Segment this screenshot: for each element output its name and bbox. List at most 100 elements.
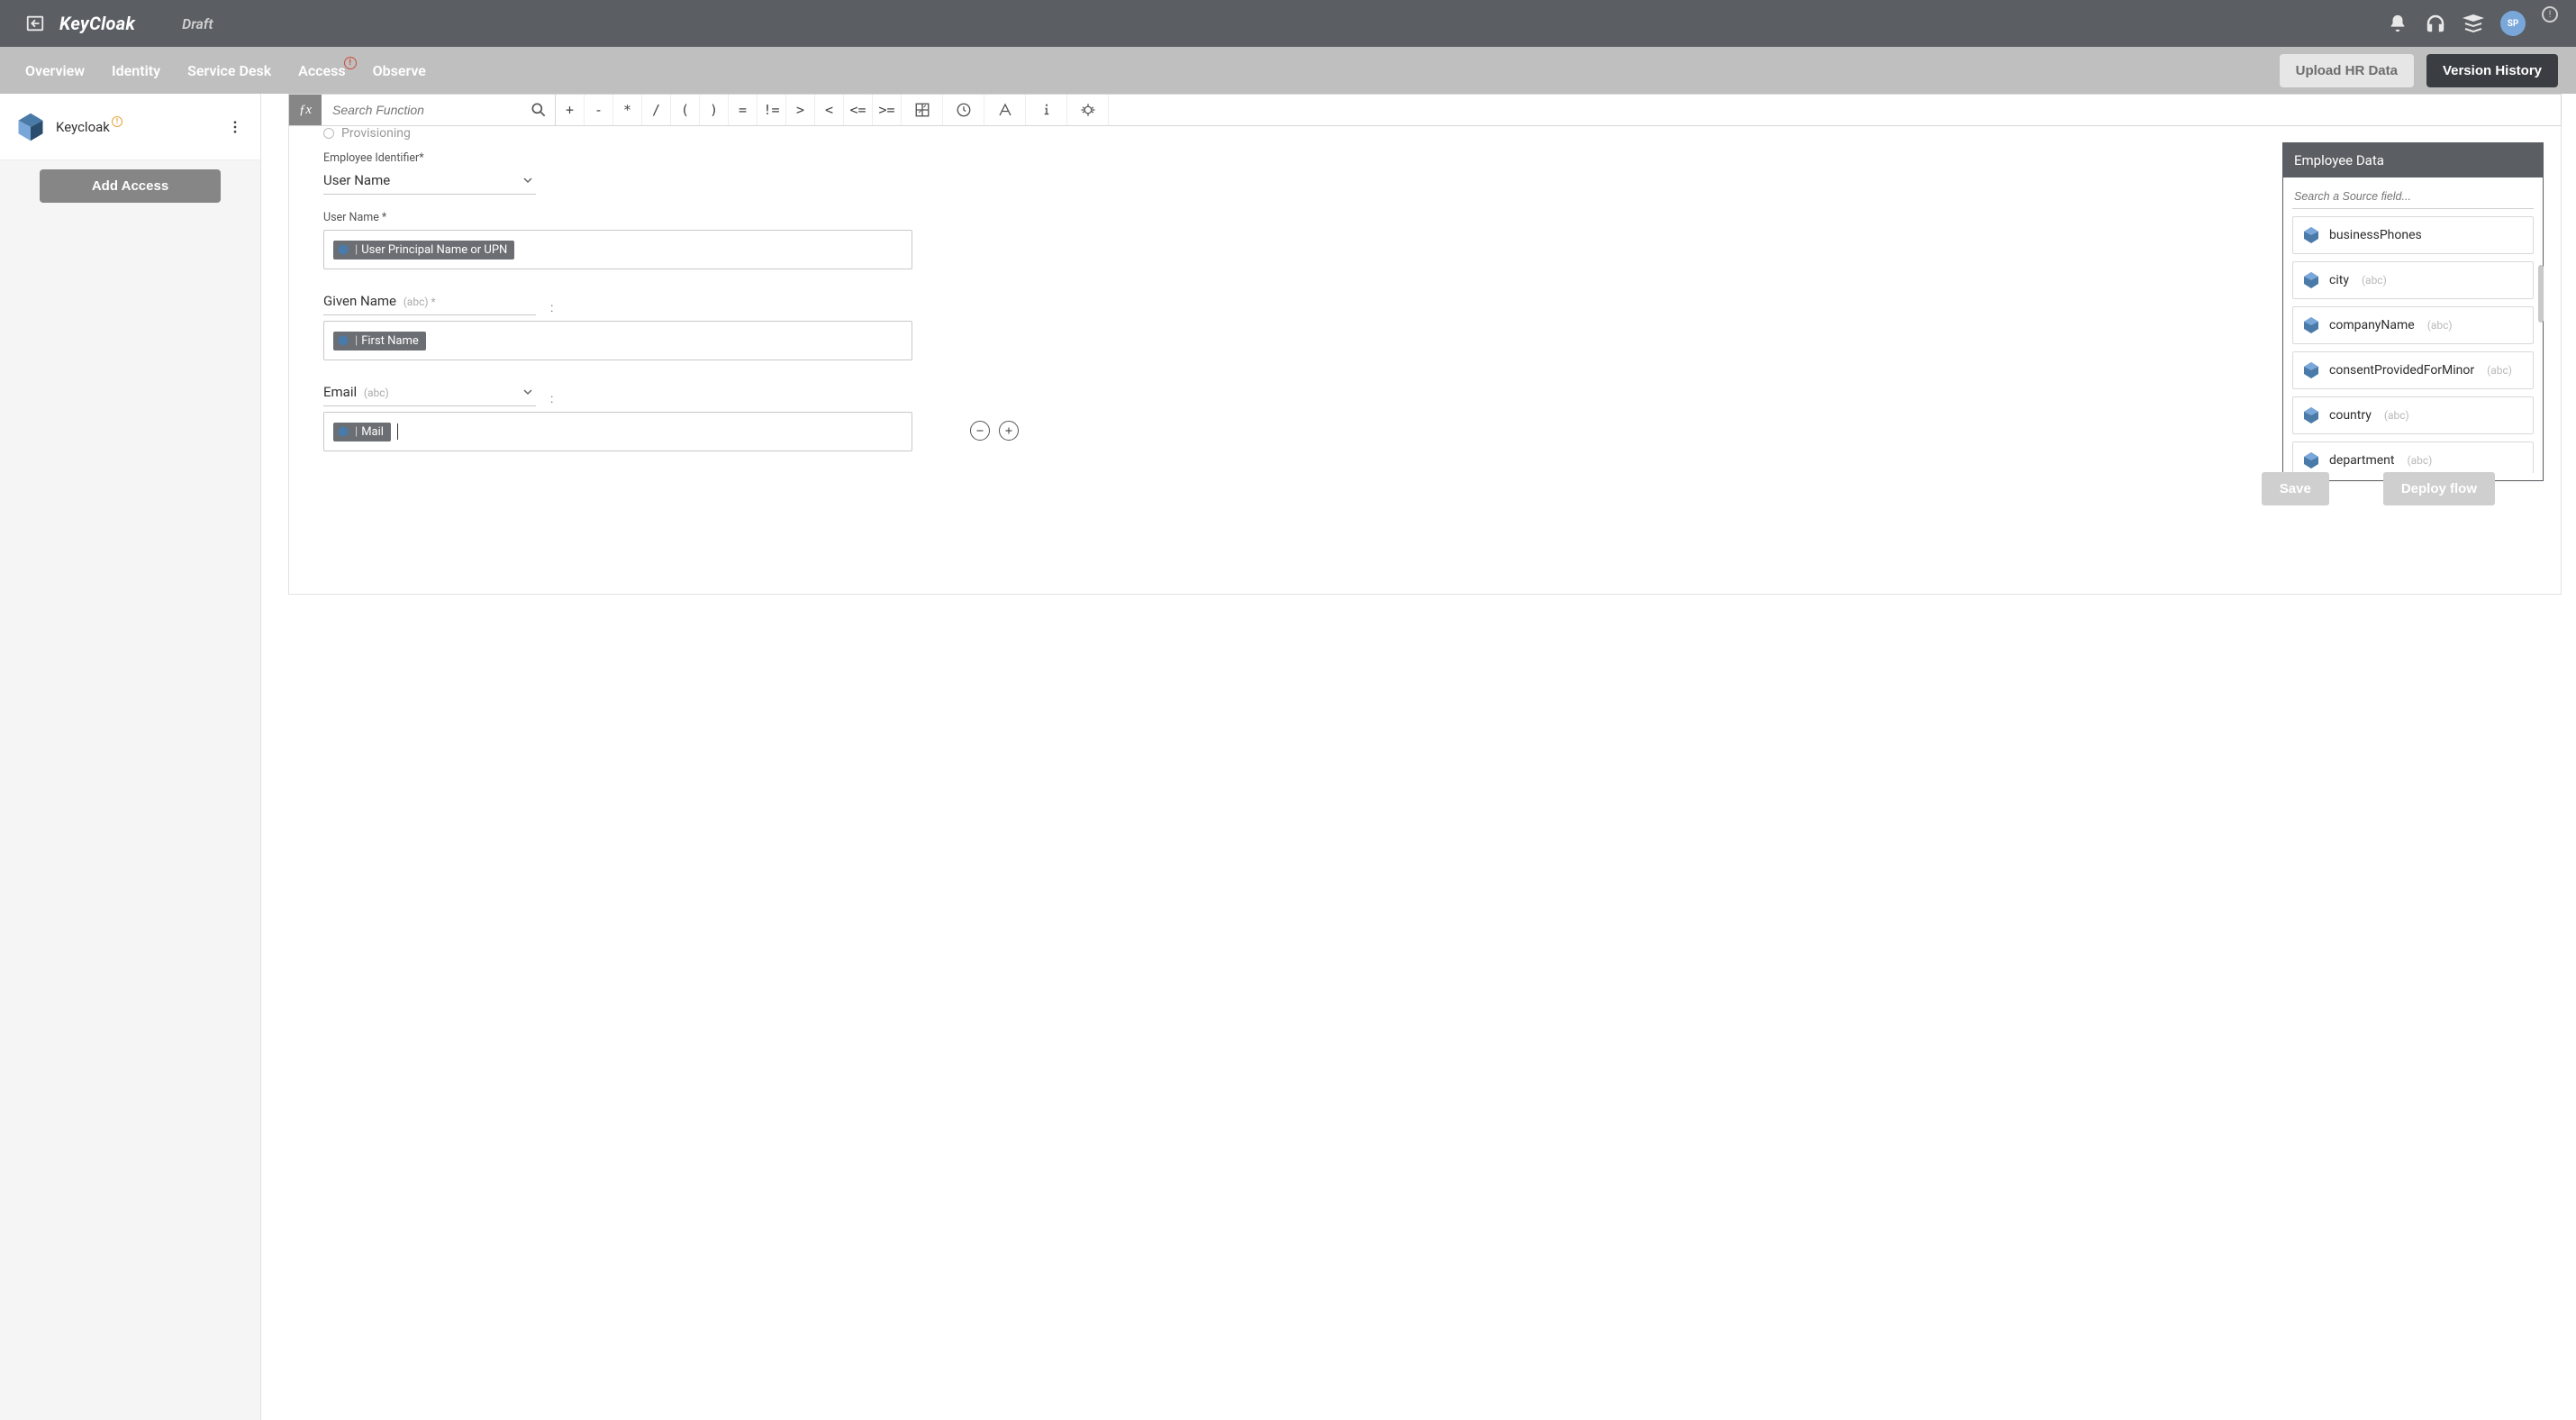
formula-toolbar: ƒx + - * / ( ) = != > < <= >= <box>288 94 2562 126</box>
source-field-item[interactable]: consentProvidedForMinor (abc) <box>2292 351 2534 389</box>
colon: : <box>550 301 553 315</box>
action-buttons: Save Deploy flow <box>2262 472 2495 505</box>
upload-hr-data-button[interactable]: Upload HR Data <box>2280 54 2414 87</box>
save-button[interactable]: Save <box>2262 472 2329 505</box>
op-lt[interactable]: < <box>815 95 844 125</box>
bell-icon[interactable] <box>2387 13 2408 34</box>
operator-buttons: + - * / ( ) = != > < <= >= <box>556 95 1109 125</box>
token-mail[interactable]: | Mail <box>333 423 391 441</box>
token-label: User Principal Name or UPN <box>361 243 507 257</box>
op-lte[interactable]: <= <box>844 95 873 125</box>
top-bar: KeyCloak Draft SP ! <box>0 0 2576 47</box>
token-first-name[interactable]: | First Name <box>333 332 426 350</box>
function-search[interactable] <box>322 95 556 125</box>
topbar-right-icons: SP ! <box>2387 11 2558 36</box>
given-name-input[interactable]: | First Name <box>323 321 912 360</box>
given-name-select[interactable]: Given Name (abc) * <box>323 289 536 315</box>
op-minus[interactable]: - <box>585 95 613 125</box>
remove-field-button[interactable] <box>970 421 990 441</box>
source-field-item[interactable]: country (abc) <box>2292 396 2534 434</box>
info-icon[interactable] <box>1026 95 1067 125</box>
stack-icon[interactable] <box>2463 13 2484 34</box>
source-field-item[interactable]: companyName (abc) <box>2292 306 2534 344</box>
tab-access-label: Access <box>298 62 345 79</box>
source-icon <box>337 334 349 347</box>
grid-icon[interactable] <box>902 95 943 125</box>
email-type-hint: (abc) <box>364 387 389 399</box>
tab-observe[interactable]: Observe <box>373 50 426 92</box>
source-icon <box>337 243 349 256</box>
op-gte[interactable]: >= <box>873 95 902 125</box>
provisioning-radio-row[interactable]: Provisioning <box>323 126 2526 141</box>
alert-icon[interactable]: ! <box>2542 6 2558 23</box>
op-neq[interactable]: != <box>757 95 786 125</box>
bug-icon[interactable] <box>1067 95 1109 125</box>
function-search-input[interactable] <box>322 95 555 125</box>
user-name-label: User Name * <box>323 211 2526 224</box>
source-icon <box>2302 226 2320 244</box>
keycloak-logo-icon <box>14 111 47 143</box>
version-history-button[interactable]: Version History <box>2426 54 2558 87</box>
radio-icon <box>323 128 334 139</box>
source-icon <box>2302 406 2320 424</box>
more-icon[interactable] <box>224 116 246 138</box>
op-div[interactable]: / <box>642 95 671 125</box>
source-icon <box>2302 451 2320 469</box>
field-name: country <box>2329 408 2372 423</box>
tab-overview[interactable]: Overview <box>25 50 85 92</box>
tab-identity[interactable]: Identity <box>112 50 160 92</box>
sidebar-app-row[interactable]: Keycloak ! <box>0 94 260 160</box>
main-content: ƒx + - * / ( ) = != > < <= >= <box>261 94 2576 1420</box>
employee-data-title: Employee Data <box>2283 143 2543 178</box>
tab-service-desk[interactable]: Service Desk <box>187 50 271 92</box>
user-name-input[interactable]: | User Principal Name or UPN <box>323 230 912 269</box>
source-field-item[interactable]: businessPhones <box>2292 216 2534 254</box>
source-icon <box>2302 361 2320 379</box>
email-input[interactable]: | Mail <box>323 412 912 451</box>
email-select[interactable]: Email (abc) <box>323 380 536 406</box>
avatar[interactable]: SP <box>2500 11 2526 36</box>
add-field-button[interactable] <box>999 421 1019 441</box>
email-select-label: Email <box>323 384 357 400</box>
given-name-select-label: Given Name <box>323 293 396 309</box>
op-rparen[interactable]: ) <box>700 95 729 125</box>
given-name-type-hint: (abc) * <box>404 296 436 308</box>
token-upn[interactable]: | User Principal Name or UPN <box>333 241 514 259</box>
text-cursor <box>397 423 398 440</box>
field-name: companyName <box>2329 318 2415 332</box>
headphones-icon[interactable] <box>2425 13 2446 34</box>
source-field-item[interactable]: department (abc) <box>2292 441 2534 473</box>
token-label: Mail <box>361 425 384 439</box>
op-lparen[interactable]: ( <box>671 95 700 125</box>
field-type: (abc) <box>2407 454 2432 467</box>
field-type: (abc) <box>2487 364 2512 377</box>
field-name: department <box>2329 453 2394 468</box>
employee-data-list: businessPhones city (abc) companyName (a… <box>2283 214 2543 480</box>
op-mult[interactable]: * <box>613 95 642 125</box>
tab-access[interactable]: Access ! <box>298 50 345 92</box>
draft-badge: Draft <box>182 15 213 32</box>
warning-icon: ! <box>112 116 122 127</box>
source-icon <box>2302 316 2320 334</box>
sidebar: Keycloak ! Add Access <box>0 94 261 1420</box>
text-icon[interactable] <box>984 95 1026 125</box>
add-access-button[interactable]: Add Access <box>40 169 221 203</box>
clock-icon[interactable] <box>943 95 984 125</box>
field-type: (abc) <box>2384 409 2409 422</box>
source-field-item[interactable]: city (abc) <box>2292 261 2534 299</box>
sidebar-app-name: Keycloak <box>56 119 110 135</box>
op-gt[interactable]: > <box>786 95 815 125</box>
deploy-flow-button[interactable]: Deploy flow <box>2383 472 2495 505</box>
employee-identifier-select[interactable]: User Name <box>323 168 536 195</box>
scrollbar-thumb[interactable] <box>2538 265 2544 323</box>
field-name: businessPhones <box>2329 228 2422 242</box>
employee-data-search[interactable] <box>2292 187 2534 209</box>
tab-alert-badge: ! <box>344 57 357 69</box>
op-eq[interactable]: = <box>729 95 757 125</box>
op-plus[interactable]: + <box>556 95 585 125</box>
search-icon <box>530 101 548 119</box>
field-name: consentProvidedForMinor <box>2329 363 2474 378</box>
back-icon[interactable] <box>25 14 45 33</box>
colon: : <box>550 392 553 406</box>
provisioning-label: Provisioning <box>341 126 411 141</box>
